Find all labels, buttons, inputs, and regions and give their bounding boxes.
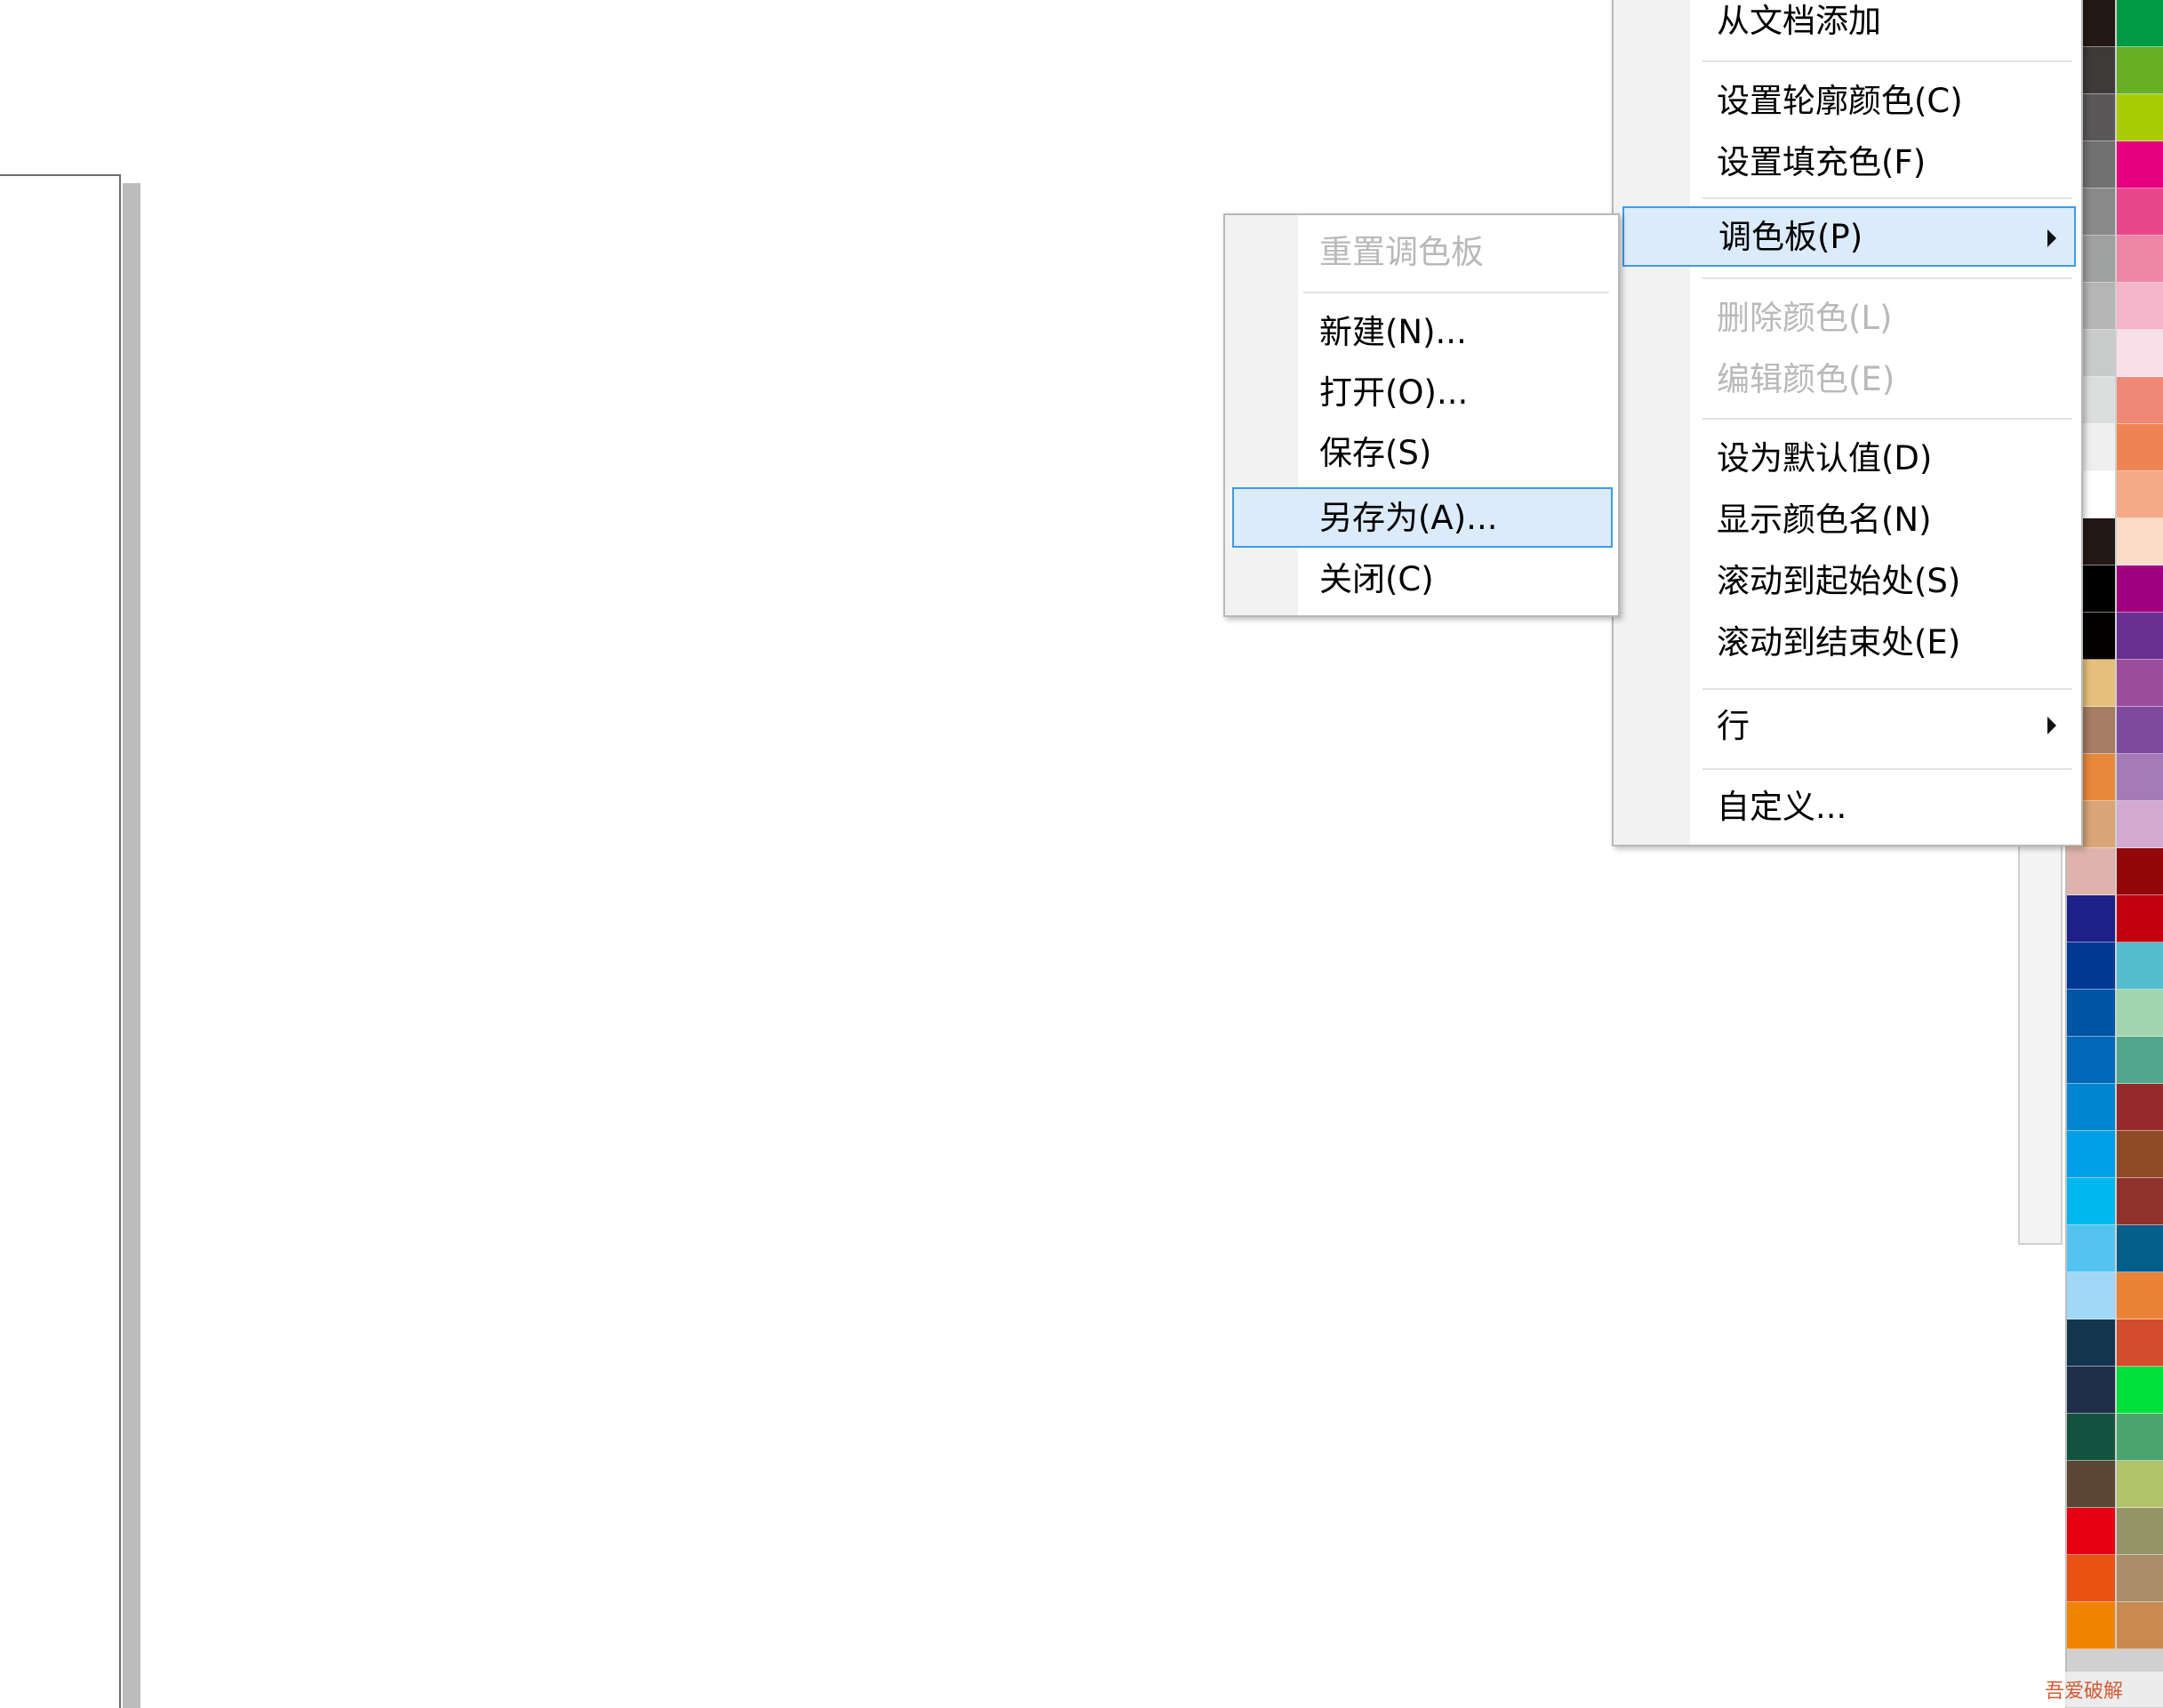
drawing-page-outline — [0, 174, 121, 1708]
color-swatch[interactable] — [2067, 1414, 2115, 1461]
color-swatch[interactable] — [2067, 895, 2115, 942]
color-swatch[interactable] — [2117, 141, 2163, 188]
color-swatch[interactable] — [2067, 1602, 2115, 1649]
color-swatch[interactable] — [2067, 1084, 2115, 1131]
color-swatch[interactable] — [2067, 1272, 2115, 1319]
color-swatch[interactable] — [2117, 0, 2163, 47]
menu-item-close-palette[interactable]: 关闭(C) — [1300, 551, 1613, 606]
color-swatch[interactable] — [2117, 188, 2163, 236]
color-swatch[interactable] — [2117, 660, 2163, 707]
color-swatch[interactable] — [2117, 94, 2163, 141]
menu-separator — [1702, 768, 2072, 770]
menu-item-set-outline-color[interactable]: 设置轮廓颜色(C) — [1701, 75, 2074, 126]
menu-separator — [1702, 277, 2072, 279]
color-swatch[interactable] — [2117, 330, 2163, 377]
color-swatch[interactable] — [2067, 1508, 2115, 1555]
color-swatch[interactable] — [2067, 1319, 2115, 1367]
menu-item-customize[interactable]: 自定义... — [1701, 779, 2074, 834]
color-swatch[interactable] — [2067, 1131, 2115, 1178]
color-swatch[interactable] — [2117, 1225, 2163, 1272]
menu-item-save-palette[interactable]: 保存(S) — [1300, 425, 1613, 480]
color-swatch[interactable] — [2067, 848, 2115, 895]
color-swatch[interactable] — [2067, 1555, 2115, 1602]
palette-context-menu: 从文档添加 设置轮廓颜色(C) 设置填充色(F) 调色板(P) 删除颜色(L) … — [1612, 0, 2083, 846]
color-swatch[interactable] — [2117, 1461, 2163, 1508]
color-swatch[interactable] — [2117, 1272, 2163, 1319]
menu-item-scroll-to-start[interactable]: 滚动到起始处(S) — [1701, 555, 2074, 606]
color-swatch[interactable] — [2117, 942, 2163, 990]
menu-item-add-from-document[interactable]: 从文档添加 — [1701, 0, 2074, 43]
color-swatch[interactable] — [2117, 1131, 2163, 1178]
color-swatch[interactable] — [2117, 1367, 2163, 1414]
menu-item-reset-palette[interactable]: 重置调色板 — [1300, 224, 1613, 279]
color-swatch[interactable] — [2117, 707, 2163, 754]
color-swatch[interactable] — [2117, 283, 2163, 330]
color-swatch[interactable] — [2117, 1319, 2163, 1367]
color-swatch[interactable] — [2117, 1508, 2163, 1555]
color-swatch[interactable] — [2067, 1461, 2115, 1508]
menu-item-open-palette[interactable]: 打开(O)... — [1300, 365, 1613, 420]
color-swatch[interactable] — [2117, 801, 2163, 848]
color-swatch[interactable] — [2117, 471, 2163, 518]
menu-item-rows[interactable]: 行 — [1701, 697, 2074, 754]
color-swatch[interactable] — [2117, 565, 2163, 613]
color-swatch[interactable] — [2117, 236, 2163, 283]
menu-item-set-fill-color[interactable]: 设置填充色(F) — [1701, 136, 2074, 188]
color-swatch[interactable] — [2117, 895, 2163, 942]
palette-submenu: 重置调色板 新建(N)... 打开(O)... 保存(S) 另存为(A)... … — [1223, 213, 1620, 617]
menu-gutter — [1225, 215, 1298, 615]
color-swatch[interactable] — [2117, 1555, 2163, 1602]
color-swatch[interactable] — [2117, 990, 2163, 1037]
menu-gutter — [1614, 0, 1690, 845]
color-swatch[interactable] — [2117, 1602, 2163, 1649]
color-swatch[interactable] — [2067, 1178, 2115, 1225]
menu-item-scroll-to-end[interactable]: 滚动到结束处(E) — [1701, 616, 2074, 668]
site-watermark-logo: 吾爱破解 — [2045, 1672, 2163, 1707]
color-swatch[interactable] — [2067, 1225, 2115, 1272]
menu-item-show-color-names[interactable]: 显示颜色名(N) — [1701, 493, 2074, 545]
submenu-arrow-icon — [2047, 717, 2056, 734]
color-swatch[interactable] — [2117, 613, 2163, 660]
color-swatch[interactable] — [2117, 47, 2163, 94]
menu-item-set-default[interactable]: 设为默认值(D) — [1701, 432, 2074, 484]
menu-separator — [1702, 197, 2072, 199]
menu-separator — [1702, 418, 2072, 420]
color-swatch[interactable] — [2117, 1084, 2163, 1131]
color-swatch[interactable] — [2117, 518, 2163, 565]
page-shadow — [123, 183, 140, 1708]
color-swatch[interactable] — [2067, 942, 2115, 990]
background-scrollbar[interactable] — [2018, 836, 2063, 1245]
color-swatch[interactable] — [2117, 754, 2163, 801]
menu-separator — [1702, 60, 2072, 62]
color-swatch[interactable] — [2117, 424, 2163, 471]
color-swatch[interactable] — [2117, 1178, 2163, 1225]
color-swatch[interactable] — [2067, 1037, 2115, 1084]
submenu-arrow-icon — [2047, 229, 2056, 247]
menu-item-delete-color[interactable]: 删除颜色(L) — [1701, 292, 2074, 343]
color-swatch[interactable] — [2067, 1367, 2115, 1414]
color-swatch[interactable] — [2117, 1414, 2163, 1461]
menu-separator — [1702, 688, 2072, 690]
menu-item-edit-color[interactable]: 编辑颜色(E) — [1701, 353, 2074, 405]
color-swatch[interactable] — [2117, 848, 2163, 895]
menu-item-save-as-palette[interactable]: 另存为(A)... — [1232, 487, 1613, 548]
menu-item-new-palette[interactable]: 新建(N)... — [1300, 304, 1613, 359]
menu-item-palette[interactable]: 调色板(P) — [1622, 206, 2076, 267]
color-swatch[interactable] — [2117, 1037, 2163, 1084]
color-swatch[interactable] — [2117, 377, 2163, 424]
color-swatch[interactable] — [2067, 990, 2115, 1037]
menu-separator — [1303, 292, 1609, 293]
